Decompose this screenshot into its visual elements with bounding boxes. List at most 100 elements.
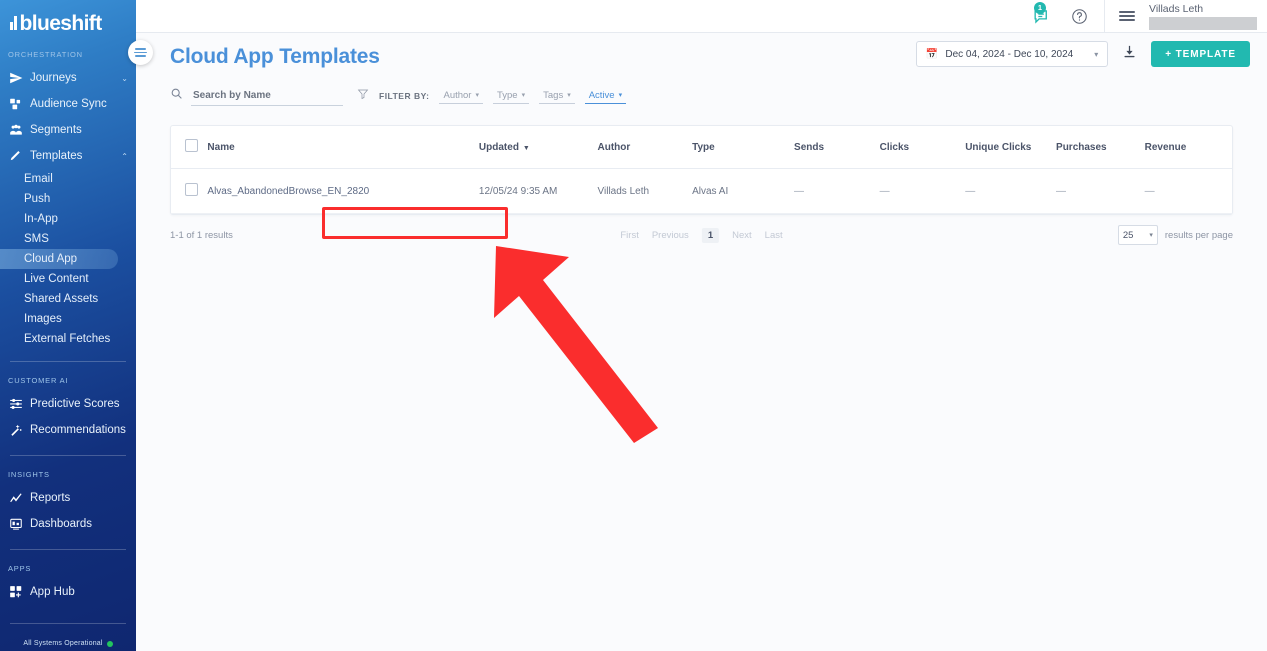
app-grid-icon: [8, 585, 23, 600]
results-per-page-label: results per page: [1164, 229, 1233, 241]
chevron-down-icon: ▾: [618, 92, 623, 99]
chevron-down-icon: ▾: [521, 92, 526, 99]
sidebar-item-audience-sync[interactable]: Audience Sync: [0, 91, 136, 117]
search-input[interactable]: [191, 86, 343, 106]
chart-line-icon: [8, 491, 23, 506]
column-header-name[interactable]: Name: [207, 126, 479, 169]
column-header-sends[interactable]: Sends: [794, 126, 880, 169]
filter-by-label: FILTER BY:: [379, 91, 430, 101]
sliders-icon: [8, 397, 23, 412]
sidebar-subitem-images[interactable]: Images: [0, 309, 136, 329]
results-count: 1-1 of 1 results: [170, 229, 233, 241]
cell-name: Alvas_AbandonedBrowse_EN_2820: [207, 168, 479, 214]
filter-chip-label: Active: [588, 89, 615, 101]
results-per-page-value: 25: [1122, 229, 1134, 241]
user-menu[interactable]: Villads Leth: [1145, 3, 1257, 30]
page-last[interactable]: Last: [765, 230, 783, 241]
sidebar-section-customer-ai: CUSTOMER AI: [8, 376, 69, 385]
send-icon: [8, 71, 23, 86]
sidebar-item-dashboards[interactable]: Dashboards: [0, 511, 136, 537]
logo-bars-icon: [10, 16, 17, 30]
date-range-picker[interactable]: 📅 Dec 04, 2024 - Dec 10, 2024 ▾: [915, 41, 1109, 67]
download-button[interactable]: [1118, 44, 1141, 64]
sidebar-item-templates[interactable]: Templates ⌃: [0, 143, 136, 169]
calendar-icon: 📅: [925, 48, 939, 60]
chevron-down-icon: ▾: [1149, 232, 1153, 239]
sidebar-subitem-live-content[interactable]: Live Content: [0, 269, 136, 289]
date-range-value: Dec 04, 2024 - Dec 10, 2024: [945, 48, 1074, 60]
user-name: Villads Leth: [1149, 2, 1204, 15]
sidebar-subitem-label: External Fetches: [24, 333, 111, 345]
column-header-updated[interactable]: Updated ▼: [478, 126, 598, 169]
sidebar-divider: [10, 623, 126, 624]
sidebar-subitem-sms[interactable]: SMS: [0, 229, 136, 249]
sidebar: blueshift ORCHESTRATION Journeys ⌄ Audie…: [0, 0, 136, 651]
sidebar-item-app-hub[interactable]: App Hub: [0, 579, 136, 605]
brand-logo[interactable]: blueshift: [0, 0, 136, 36]
column-header-clicks[interactable]: Clicks: [879, 126, 966, 169]
select-all-header: [171, 126, 208, 169]
sidebar-subitem-in-app[interactable]: In-App: [0, 209, 136, 229]
row-checkbox[interactable]: [185, 183, 198, 196]
sidebar-section-insights: INSIGHTS: [8, 470, 50, 479]
select-all-checkbox[interactable]: [185, 139, 198, 152]
main-menu-button[interactable]: [1109, 10, 1145, 22]
sidebar-item-reports[interactable]: Reports: [0, 485, 136, 511]
column-label: Name: [207, 141, 235, 153]
annotation-arrow-icon: [494, 246, 658, 443]
filter-chip-type[interactable]: Type ▾: [493, 89, 530, 104]
logo-text: blueshift: [19, 12, 103, 35]
sidebar-item-journeys[interactable]: Journeys ⌄: [0, 65, 136, 91]
cell-sends: —: [794, 168, 880, 214]
search-box: [170, 86, 343, 106]
cell-revenue: —: [1144, 168, 1232, 214]
page-previous[interactable]: Previous: [652, 230, 689, 241]
column-label: Revenue: [1144, 141, 1187, 153]
results-per-page-select[interactable]: 25 ▾: [1117, 225, 1158, 245]
new-template-button[interactable]: + TEMPLATE: [1151, 41, 1250, 67]
column-header-purchases[interactable]: Purchases: [1056, 126, 1145, 169]
column-label: Clicks: [879, 141, 910, 153]
sidebar-item-label: Reports: [30, 492, 71, 504]
sidebar-subitem-label: Shared Assets: [24, 293, 99, 305]
sidebar-item-segments[interactable]: Segments: [0, 117, 136, 143]
filter-chip-tags[interactable]: Tags ▾: [539, 89, 575, 104]
column-header-unique-clicks[interactable]: Unique Clicks: [965, 126, 1057, 169]
sidebar-item-label: Templates: [30, 150, 83, 162]
sidebar-subitem-label: Images: [24, 313, 62, 325]
page-first[interactable]: First: [620, 230, 638, 241]
filter-chip-active[interactable]: Active ▾: [584, 89, 627, 104]
column-header-type[interactable]: Type: [692, 126, 795, 169]
sidebar-divider: [10, 455, 126, 456]
pagination: First Previous 1 Next Last: [620, 227, 783, 243]
sidebar-subitem-push[interactable]: Push: [0, 189, 136, 209]
sidebar-item-label: Audience Sync: [30, 98, 107, 110]
sidebar-item-predictive-scores[interactable]: Predictive Scores: [0, 391, 136, 417]
filter-chip-label: Type: [497, 89, 518, 101]
magic-wand-icon: [8, 423, 23, 438]
sidebar-subitem-email[interactable]: Email: [0, 169, 136, 189]
sidebar-collapse-button[interactable]: [128, 40, 153, 65]
column-header-author[interactable]: Author: [597, 126, 693, 169]
chat-button[interactable]: 1: [1022, 0, 1060, 33]
table-row[interactable]: Alvas_AbandonedBrowse_EN_2820 12/05/24 9…: [171, 168, 1232, 214]
sidebar-item-label: App Hub: [30, 586, 75, 598]
chevron-up-icon: ⌃: [121, 151, 128, 161]
help-button[interactable]: [1060, 0, 1098, 33]
sidebar-subitem-external-fetches[interactable]: External Fetches: [0, 329, 136, 349]
column-label: Purchases: [1056, 141, 1107, 153]
filter-chip-label: Tags: [543, 89, 564, 101]
sidebar-item-recommendations[interactable]: Recommendations: [0, 417, 136, 443]
page-next[interactable]: Next: [732, 230, 752, 241]
template-name-link[interactable]: Alvas_AbandonedBrowse_EN_2820: [207, 186, 369, 197]
search-icon: [170, 87, 183, 105]
segments-icon: [8, 123, 23, 138]
sidebar-divider: [10, 549, 126, 550]
sidebar-subitem-shared-assets[interactable]: Shared Assets: [0, 289, 136, 309]
sidebar-subitem-cloud-app[interactable]: Cloud App: [0, 249, 118, 269]
page-1[interactable]: 1: [701, 227, 720, 243]
cell-author: Villads Leth: [597, 168, 693, 214]
column-header-revenue[interactable]: Revenue: [1144, 126, 1232, 169]
filter-chip-label: Author: [443, 89, 472, 101]
filter-chip-author[interactable]: Author ▾: [439, 89, 483, 104]
